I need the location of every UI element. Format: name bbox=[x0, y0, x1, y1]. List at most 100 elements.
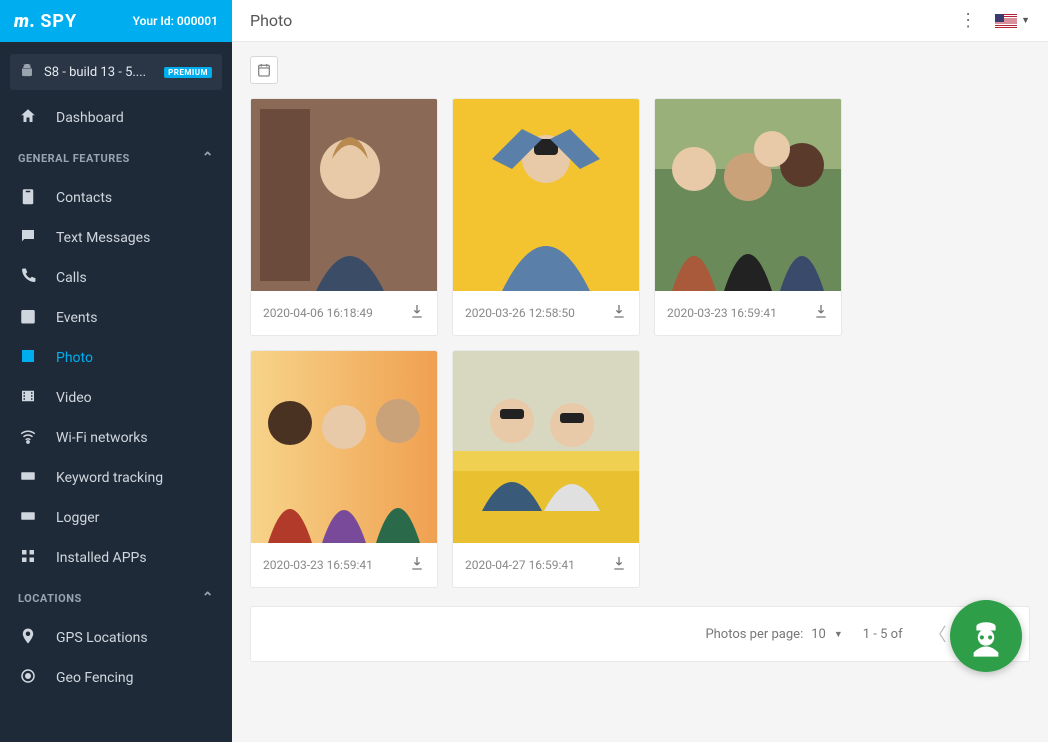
chevron-down-icon: ▼ bbox=[1021, 15, 1030, 26]
pagination-bar: Photos per page: 10 ▼ 1 - 5 of 〈 〉| bbox=[250, 606, 1030, 662]
sidebar-section-general[interactable]: GENERAL FEATURES ⌃ bbox=[0, 138, 232, 178]
photo-timestamp: 2020-03-26 12:58:50 bbox=[465, 306, 575, 320]
per-page-value: 10 bbox=[811, 627, 826, 642]
sidebar-header: m. SPY Your Id: 000001 bbox=[0, 0, 232, 42]
brand-text: SPY bbox=[40, 11, 77, 32]
apps-icon bbox=[18, 547, 38, 569]
sidebar-item-label: Installed APPs bbox=[56, 550, 147, 566]
sidebar-item-label: Photo bbox=[56, 350, 93, 366]
sidebar-item-logger[interactable]: Logger bbox=[0, 498, 232, 538]
sidebar-item-label: Contacts bbox=[56, 190, 112, 206]
home-icon bbox=[18, 107, 38, 129]
section-label: GENERAL FEATURES bbox=[18, 152, 130, 165]
message-icon bbox=[18, 227, 38, 249]
brand-mark: m. bbox=[14, 11, 36, 32]
photo-thumbnail bbox=[453, 99, 639, 291]
per-page-label: Photos per page: bbox=[705, 627, 803, 642]
download-icon[interactable] bbox=[611, 303, 627, 323]
premium-badge: PREMIUM bbox=[164, 67, 212, 78]
download-icon[interactable] bbox=[611, 555, 627, 575]
page-range: 1 - 5 of bbox=[863, 627, 903, 642]
user-id-label: Your Id: 000001 bbox=[133, 14, 218, 28]
content-area: 2020-04-06 16:18:49 bbox=[232, 42, 1048, 742]
sidebar-item-keyword[interactable]: Keyword tracking bbox=[0, 458, 232, 498]
keyboard-icon bbox=[18, 467, 38, 489]
per-page-selector[interactable]: Photos per page: 10 ▼ bbox=[705, 627, 842, 642]
photo-thumbnail bbox=[453, 351, 639, 543]
sidebar-item-calls[interactable]: Calls bbox=[0, 258, 232, 298]
sidebar-item-label: Wi-Fi networks bbox=[56, 430, 148, 446]
device-name: S8 - build 13 - 5.... bbox=[44, 65, 154, 80]
sidebar-item-dashboard[interactable]: Dashboard bbox=[0, 98, 232, 138]
photo-timestamp: 2020-03-23 16:59:41 bbox=[263, 558, 373, 572]
date-filter-button[interactable] bbox=[250, 56, 278, 84]
flag-us-icon bbox=[995, 14, 1017, 28]
android-icon bbox=[20, 63, 34, 81]
calendar-icon bbox=[256, 62, 272, 78]
photo-card[interactable]: 2020-03-26 12:58:50 bbox=[452, 98, 640, 336]
sidebar: m. SPY Your Id: 000001 S8 - build 13 - 5… bbox=[0, 0, 232, 742]
sidebar-item-label: Calls bbox=[56, 270, 87, 286]
topbar-actions: ⋮ ▼ bbox=[959, 10, 1030, 31]
sidebar-item-contacts[interactable]: Contacts bbox=[0, 178, 232, 218]
sidebar-item-video[interactable]: Video bbox=[0, 378, 232, 418]
sidebar-item-events[interactable]: Events bbox=[0, 298, 232, 338]
photo-card[interactable]: 2020-04-27 16:59:41 bbox=[452, 350, 640, 588]
page-title: Photo bbox=[250, 11, 292, 30]
photo-timestamp: 2020-04-06 16:18:49 bbox=[263, 306, 373, 320]
language-selector[interactable]: ▼ bbox=[995, 14, 1030, 28]
photo-card-footer: 2020-03-26 12:58:50 bbox=[453, 291, 639, 335]
clipboard-icon bbox=[18, 187, 38, 209]
calendar-icon bbox=[18, 307, 38, 329]
chevron-up-icon: ⌃ bbox=[202, 150, 214, 166]
agent-icon bbox=[964, 614, 1008, 658]
sidebar-item-photo[interactable]: Photo bbox=[0, 338, 232, 378]
main: Photo ⋮ ▼ bbox=[232, 0, 1048, 742]
sidebar-item-label: Video bbox=[56, 390, 92, 406]
sidebar-item-gps[interactable]: GPS Locations bbox=[0, 618, 232, 658]
photo-thumbnail bbox=[655, 99, 841, 291]
download-icon[interactable] bbox=[813, 303, 829, 323]
sidebar-item-label: Dashboard bbox=[56, 110, 124, 126]
photo-thumbnail bbox=[251, 351, 437, 543]
sidebar-item-text-messages[interactable]: Text Messages bbox=[0, 218, 232, 258]
topbar: Photo ⋮ ▼ bbox=[232, 0, 1048, 42]
sidebar-item-label: Geo Fencing bbox=[56, 670, 134, 686]
chat-fab[interactable] bbox=[950, 600, 1022, 672]
photo-card[interactable]: 2020-03-23 16:59:41 bbox=[654, 98, 842, 336]
sidebar-item-wifi[interactable]: Wi-Fi networks bbox=[0, 418, 232, 458]
brand-logo: m. SPY bbox=[14, 11, 77, 32]
photo-card-footer: 2020-03-23 16:59:41 bbox=[655, 291, 841, 335]
sidebar-item-label: Events bbox=[56, 310, 97, 326]
keyboard2-icon bbox=[18, 507, 38, 529]
sidebar-item-label: Logger bbox=[56, 510, 99, 526]
wifi-icon bbox=[18, 427, 38, 449]
sidebar-item-label: GPS Locations bbox=[56, 630, 148, 646]
sidebar-section-locations[interactable]: LOCATIONS ⌃ bbox=[0, 578, 232, 618]
download-icon[interactable] bbox=[409, 555, 425, 575]
photo-card[interactable]: 2020-04-06 16:18:49 bbox=[250, 98, 438, 336]
sidebar-item-label: Text Messages bbox=[56, 230, 150, 246]
prev-page-button[interactable]: 〈 bbox=[923, 621, 953, 647]
sidebar-item-label: Keyword tracking bbox=[56, 470, 163, 486]
photo-thumbnail bbox=[251, 99, 437, 291]
chevron-up-icon: ⌃ bbox=[202, 590, 214, 606]
target-icon bbox=[18, 667, 38, 689]
photo-timestamp: 2020-04-27 16:59:41 bbox=[465, 558, 575, 572]
video-icon bbox=[18, 387, 38, 409]
photo-card[interactable]: 2020-03-23 16:59:41 bbox=[250, 350, 438, 588]
section-label: LOCATIONS bbox=[18, 592, 82, 605]
sidebar-item-apps[interactable]: Installed APPs bbox=[0, 538, 232, 578]
photo-card-footer: 2020-03-23 16:59:41 bbox=[251, 543, 437, 587]
device-selector[interactable]: S8 - build 13 - 5.... PREMIUM bbox=[10, 54, 222, 90]
photo-card-footer: 2020-04-27 16:59:41 bbox=[453, 543, 639, 587]
chevron-down-icon: ▼ bbox=[834, 629, 843, 640]
photo-card-footer: 2020-04-06 16:18:49 bbox=[251, 291, 437, 335]
sidebar-nav: Dashboard GENERAL FEATURES ⌃ Contacts Te… bbox=[0, 98, 232, 742]
photo-grid: 2020-04-06 16:18:49 bbox=[250, 98, 1030, 588]
pin-icon bbox=[18, 627, 38, 649]
photo-timestamp: 2020-03-23 16:59:41 bbox=[667, 306, 777, 320]
more-menu-icon[interactable]: ⋮ bbox=[959, 10, 977, 31]
download-icon[interactable] bbox=[409, 303, 425, 323]
sidebar-item-geofencing[interactable]: Geo Fencing bbox=[0, 658, 232, 698]
